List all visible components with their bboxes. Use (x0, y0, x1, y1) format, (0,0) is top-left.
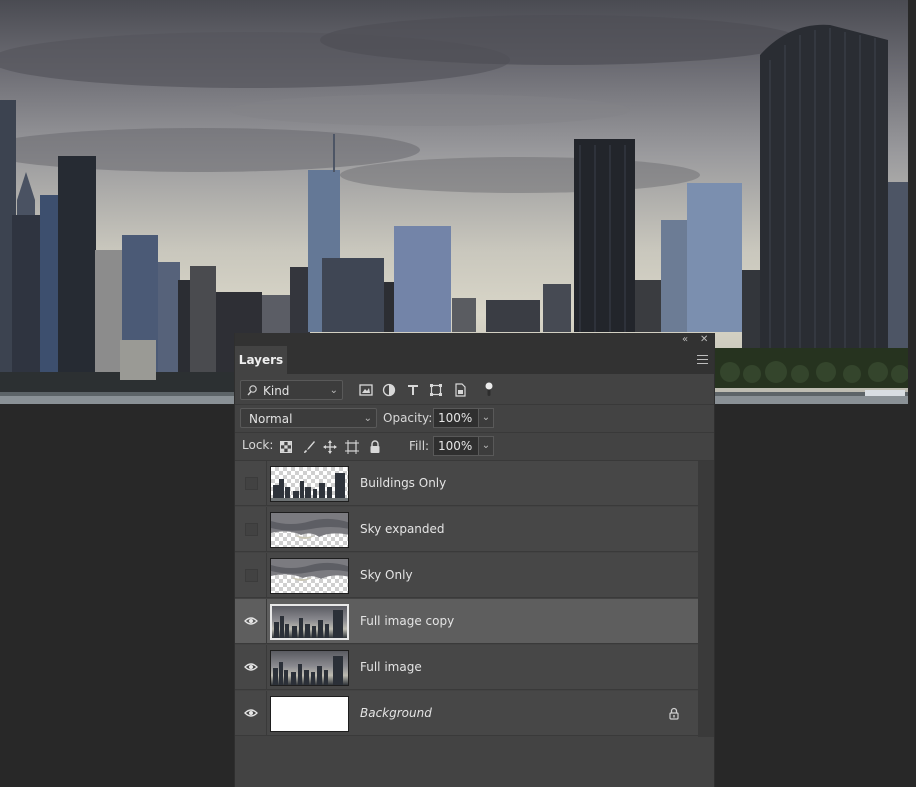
layer-row-buildings-only[interactable]: Buildings Only (235, 461, 698, 506)
lock-position-icon[interactable] (323, 440, 337, 454)
layer-thumbnail (270, 512, 349, 548)
kind-filter-dropdown[interactable]: Kind ⌄ (240, 380, 343, 400)
layer-row-full-image-copy[interactable]: Full image copy (235, 599, 698, 644)
fill-field[interactable]: 100% (433, 436, 479, 456)
lock-label: Lock: (242, 438, 274, 452)
search-icon (247, 381, 257, 407)
layer-list-scrollbar[interactable] (698, 461, 714, 737)
layer-thumbnail (270, 604, 349, 640)
lock-icon[interactable] (668, 707, 680, 723)
opacity-label: Opacity: (383, 411, 433, 425)
layers-panel: « ✕ Layers Kind ⌄ Normal ⌄ Opacity: 100%… (234, 333, 715, 787)
opacity-dropdown-button[interactable]: ⌄ (478, 408, 494, 428)
layer-name: Full image (360, 660, 422, 674)
hidden-visibility-box (245, 523, 258, 536)
layer-name: Background (360, 706, 432, 720)
visibility-toggle[interactable] (235, 553, 267, 598)
lock-row: Lock: Fill: 100% ⌄ (235, 433, 714, 461)
layer-row-full-image[interactable]: Full image (235, 645, 698, 690)
layer-thumbnail (270, 466, 349, 502)
close-panel-button[interactable]: ✕ (700, 333, 708, 346)
collapse-panel-button[interactable]: « (682, 333, 688, 346)
visibility-toggle[interactable] (235, 507, 267, 552)
eye-icon (244, 617, 258, 625)
layer-thumbnail (270, 650, 349, 686)
eye-icon (244, 709, 258, 717)
layer-thumbnail (270, 696, 349, 732)
layer-list: Buildings Only Sky expanded Sky Only Ful… (235, 461, 698, 737)
fill-dropdown-button[interactable]: ⌄ (478, 436, 494, 456)
layer-row-sky-expanded[interactable]: Sky expanded (235, 507, 698, 552)
lock-all-icon[interactable] (368, 440, 382, 454)
lock-image-icon[interactable] (302, 440, 316, 454)
blend-mode-dropdown[interactable]: Normal ⌄ (240, 408, 377, 428)
panel-menu-icon[interactable] (697, 355, 708, 364)
hidden-visibility-box (245, 477, 258, 490)
layer-name: Sky Only (360, 568, 413, 582)
visibility-toggle[interactable] (235, 645, 267, 690)
layer-thumbnail (270, 558, 349, 594)
lock-artboard-icon[interactable] (345, 440, 359, 454)
blend-row: Normal ⌄ Opacity: 100% ⌄ (235, 405, 714, 433)
visibility-toggle[interactable] (235, 599, 267, 644)
panel-tab-row: Layers (235, 346, 714, 374)
lock-transparency-icon[interactable] (280, 441, 292, 453)
layer-name: Full image copy (360, 614, 455, 628)
visibility-toggle[interactable] (235, 691, 267, 736)
type-filter-icon[interactable] (406, 383, 420, 397)
blend-mode-value: Normal (249, 412, 293, 426)
layer-name: Sky expanded (360, 522, 445, 536)
layer-row-sky-only[interactable]: Sky Only (235, 553, 698, 598)
visibility-toggle[interactable] (235, 461, 267, 506)
fill-label: Fill: (409, 439, 430, 453)
smart-object-filter-icon[interactable] (453, 383, 467, 397)
layer-row-background[interactable]: Background (235, 691, 698, 736)
image-filter-icon[interactable] (359, 383, 373, 397)
chevron-down-icon: ⌄ (329, 385, 338, 396)
hidden-visibility-box (245, 569, 258, 582)
opacity-field[interactable]: 100% (433, 408, 479, 428)
tab-layers[interactable]: Layers (235, 346, 287, 374)
layer-name: Buildings Only (360, 476, 447, 490)
adjustment-filter-icon[interactable] (382, 383, 396, 397)
eye-icon (244, 663, 258, 671)
shape-filter-icon[interactable] (429, 383, 443, 397)
panel-title-bar: « ✕ (235, 333, 714, 346)
chevron-down-icon: ⌄ (363, 413, 372, 424)
kind-label: Kind (263, 384, 290, 398)
filter-toggle-icon[interactable] (484, 381, 494, 399)
filter-row: Kind ⌄ (235, 376, 714, 405)
